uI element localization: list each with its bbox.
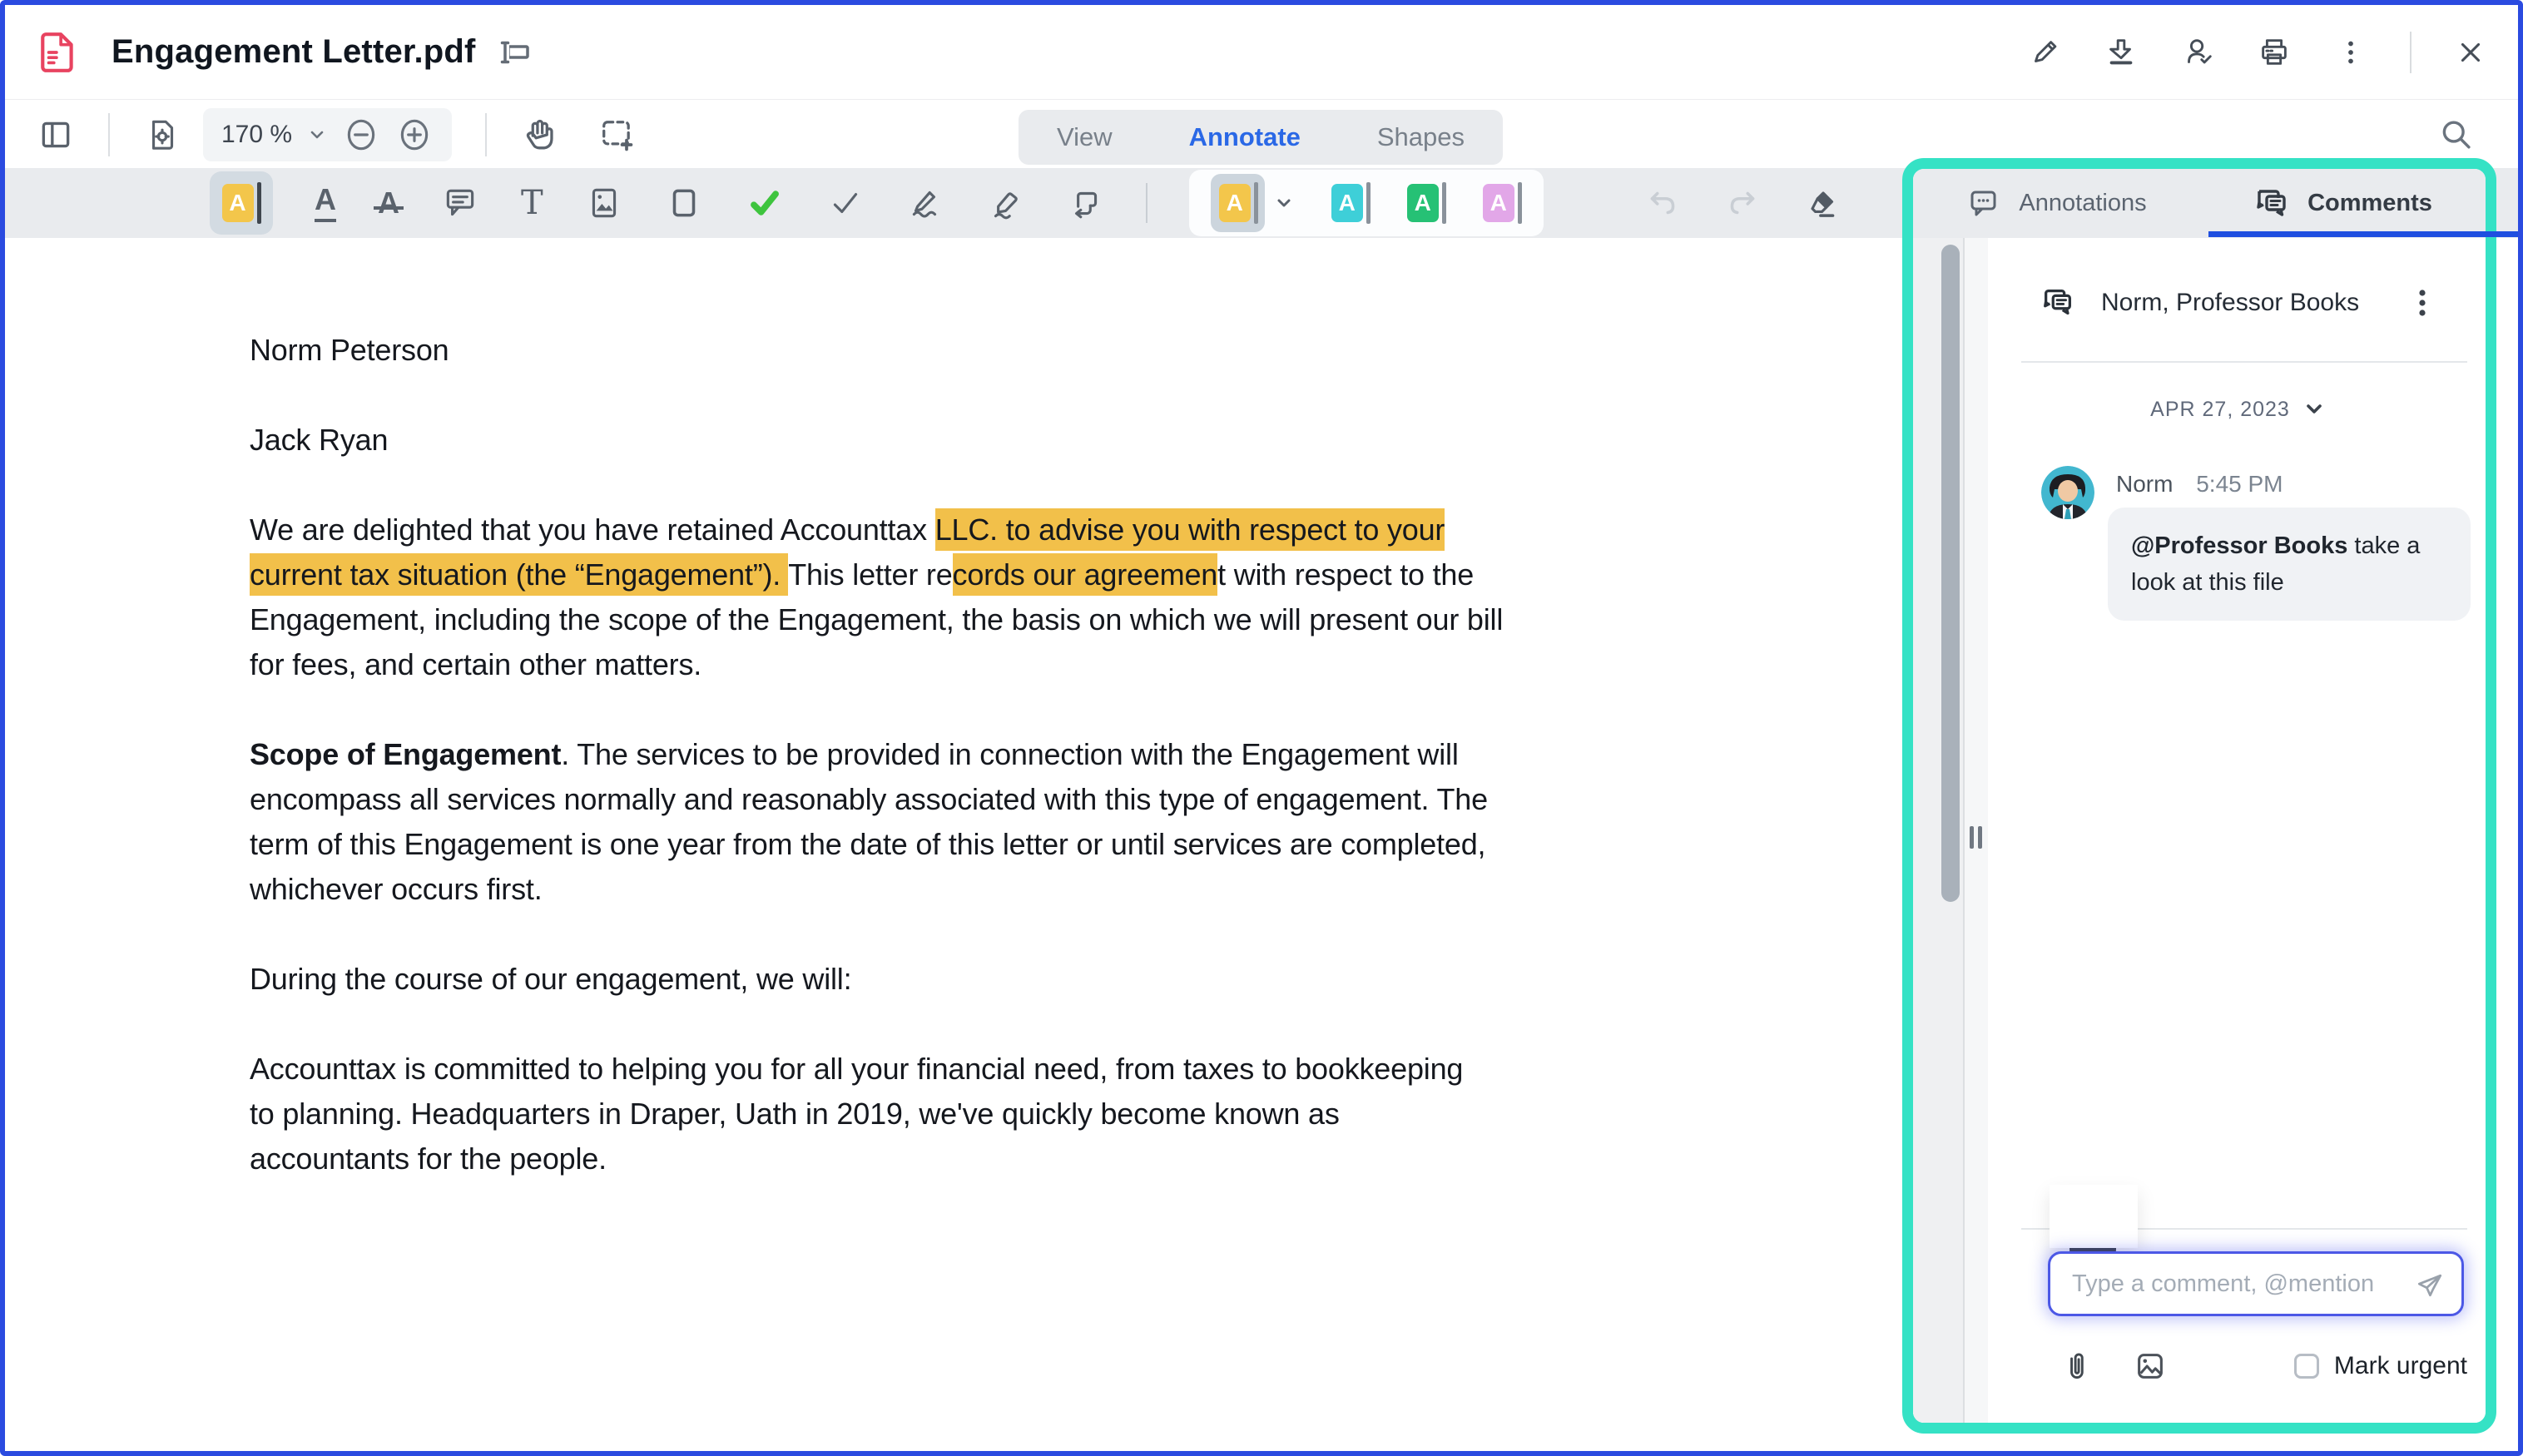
comment-author: Norm [2116, 471, 2173, 497]
comments-panel-highlighted: Annotations Comments [1902, 158, 2496, 1434]
text-highlight: cords our agreemen [953, 553, 1218, 596]
rename-icon[interactable] [498, 34, 534, 71]
comment-thread-card: Norm, Professor Books APR 27, 2023 [1990, 238, 2486, 1423]
toolbar-divider [108, 113, 110, 156]
document-scrollbar-track[interactable] [1913, 238, 1963, 1423]
highlight-color-teal[interactable]: A [1331, 182, 1371, 224]
tab-annotate[interactable]: Annotate [1189, 122, 1301, 152]
zoom-in-icon[interactable] [395, 116, 434, 154]
underline-tool-icon[interactable]: A [315, 185, 336, 222]
comment-item: Norm 5:45 PM @Professor Books take a loo… [1990, 461, 2486, 661]
print-icon[interactable] [2257, 35, 2292, 70]
thread-menu-icon[interactable] [2406, 283, 2439, 323]
pdf-viewer-window: Engagement Letter.pdf [0, 0, 2523, 1456]
image-tool-icon[interactable] [585, 184, 623, 222]
check-tool-icon[interactable] [826, 184, 865, 222]
mark-urgent-label: Mark urgent [2334, 1352, 2467, 1380]
pen-tool-icon[interactable] [906, 184, 944, 222]
comment-input[interactable] [2072, 1254, 2405, 1314]
text-tool-icon[interactable]: T [521, 186, 543, 220]
sidebar-toggle-icon[interactable] [37, 116, 75, 154]
highlight-color-swatches: AAAA [1189, 170, 1544, 236]
toolbar-divider [1146, 183, 1147, 223]
comments-tab-icon [2253, 185, 2291, 223]
panel-tabs: Annotations Comments [1913, 169, 2486, 238]
doc-paragraph: During the course of our engagement, we … [250, 957, 1747, 1002]
zoom-out-icon[interactable] [342, 116, 380, 154]
attach-file-icon[interactable] [2060, 1348, 2093, 1384]
tab-annotations[interactable]: Annotations [1913, 169, 2199, 238]
search-icon[interactable] [2435, 114, 2476, 156]
date-collapse-chevron-icon[interactable] [2303, 399, 2325, 420]
comment-mention: @Professor Books [2131, 532, 2347, 559]
overflow-menu-icon[interactable] [2333, 35, 2368, 70]
title-bar: Engagement Letter.pdf [5, 5, 2518, 100]
avatar [2041, 466, 2094, 519]
undo-icon[interactable] [1643, 184, 1682, 222]
zoom-controls: 170 % [203, 108, 452, 161]
thread-header: Norm, Professor Books [2040, 281, 2469, 324]
zoom-level[interactable]: 170 % [221, 121, 292, 149]
approve-check-icon[interactable] [745, 183, 785, 223]
thread-comments-icon [2040, 285, 2076, 321]
text-highlight: LLC. to advise you with respect to your [935, 508, 1445, 551]
doc-paragraph: We are delighted that you have retained … [250, 508, 1747, 687]
share-user-icon[interactable] [2180, 35, 2215, 70]
comment-bubble: @Professor Books take a look at this fil… [2108, 508, 2471, 621]
titlebar-divider [2410, 32, 2411, 73]
highlight-color-yellow[interactable]: A [1211, 174, 1295, 232]
pan-hand-icon[interactable] [520, 115, 560, 155]
doc-paragraph: Norm Peterson [250, 328, 1747, 373]
pdf-file-icon [38, 31, 78, 74]
comments-tab-active-underline [2208, 231, 2518, 237]
document-page: Norm Peterson Jack Ryan We are delighted t… [250, 328, 1747, 1226]
date-group-row: APR 27, 2023 [1990, 391, 2486, 428]
tab-shapes[interactable]: Shapes [1377, 122, 1465, 152]
marker-tool-icon[interactable] [986, 184, 1024, 222]
text-highlight: current tax situation (the “Engagement”)… [250, 553, 788, 596]
document-scrollbar-thumb[interactable] [1941, 245, 1960, 902]
overlay-artifact [2050, 1185, 2138, 1248]
view-mode-tabs: View Annotate Shapes [1019, 110, 1503, 165]
send-icon[interactable] [2413, 1269, 2446, 1302]
attach-image-icon[interactable] [2133, 1349, 2168, 1384]
highlight-color-pink[interactable]: A [1483, 182, 1522, 224]
redo-icon[interactable] [1723, 184, 1762, 222]
doc-paragraph: Scope of Engagement. The services to be … [250, 732, 1747, 912]
date-label: APR 27, 2023 [2150, 398, 2290, 422]
highlight-tool-icon: A [222, 184, 254, 222]
callout-tool-icon[interactable] [1066, 184, 1104, 222]
doc-paragraph: Accounttax is committed to helping you f… [250, 1047, 1747, 1181]
panel-body: Norm, Professor Books APR 27, 2023 [1913, 238, 2486, 1423]
rectangle-tool-icon[interactable] [665, 184, 703, 222]
thread-title: Norm, Professor Books [2101, 289, 2359, 317]
highlight-color-green[interactable]: A [1407, 182, 1446, 224]
region-select-icon[interactable] [597, 115, 637, 155]
zoom-dropdown-chevron-icon[interactable] [307, 125, 327, 145]
page-settings-icon[interactable] [143, 116, 181, 154]
comment-composer [2048, 1251, 2464, 1316]
download-icon[interactable] [2104, 35, 2139, 70]
doc-paragraph: Jack Ryan [250, 418, 1747, 463]
comment-time: 5:45 PM [2196, 471, 2283, 497]
annotations-tab-icon [1965, 186, 2002, 222]
strikethrough-tool-icon[interactable]: A [378, 188, 399, 218]
note-tool-icon[interactable] [441, 184, 479, 222]
composer-actions: Mark urgent [2060, 1346, 2467, 1386]
edit-icon[interactable] [2027, 35, 2062, 70]
panel-resize-handle[interactable] [1970, 826, 1982, 849]
file-title: Engagement Letter.pdf [112, 33, 476, 71]
mark-urgent-checkbox[interactable] [2294, 1354, 2319, 1379]
tab-view[interactable]: View [1057, 122, 1113, 152]
thread-divider [2021, 361, 2467, 363]
close-icon[interactable] [2453, 35, 2488, 70]
eraser-icon[interactable] [1803, 184, 1841, 222]
highlight-tool-selected[interactable]: A [210, 171, 273, 235]
tab-comments[interactable]: Comments [2199, 169, 2486, 238]
toolbar-divider [485, 113, 487, 156]
